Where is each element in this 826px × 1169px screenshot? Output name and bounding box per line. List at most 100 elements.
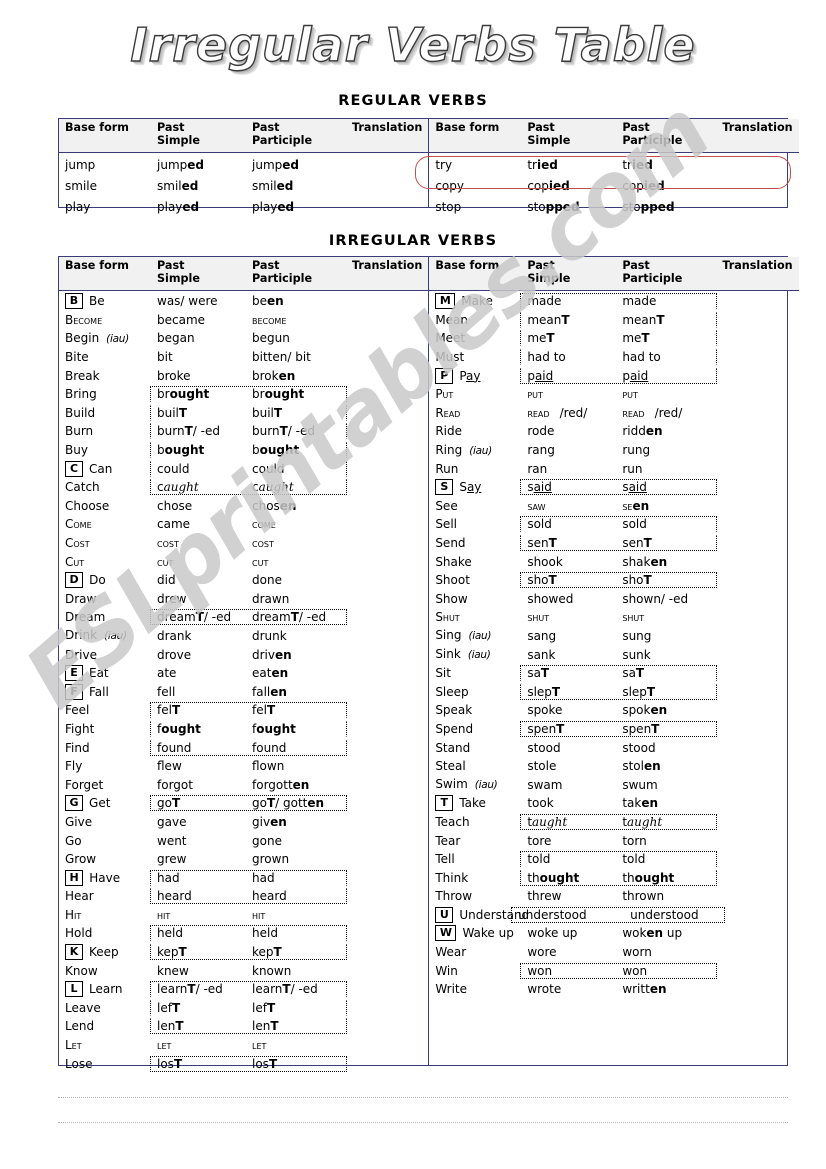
table-row: Drink (iau) drank drunk — [59, 627, 428, 646]
verb-base: Tell — [435, 852, 455, 867]
cell-past-participle: senT — [622, 536, 652, 551]
column-header-past-participle: Past Participle — [252, 121, 313, 147]
cell-past-simple: broke — [157, 368, 191, 383]
cell-forms-group: builT builT — [150, 404, 347, 421]
column-header-past-participle: Past Participle — [622, 121, 683, 147]
verb-base: Ring — [435, 442, 463, 457]
cell-past-simple: copied — [527, 178, 570, 193]
cell-past-participle: put — [622, 387, 638, 402]
cell-base-form: Leave — [59, 1001, 151, 1015]
irregular-right-body: M Make made made Mean meanT meanT Meet meT meT Mus… — [429, 291, 798, 999]
cell-past-participle: saT — [622, 666, 645, 681]
cell-base-form: Shoot — [429, 573, 521, 587]
cell-past-simple: taught — [527, 814, 568, 829]
cell-base-form: Sleep — [429, 685, 521, 699]
table-row: Put put put — [429, 385, 798, 404]
cell-base-form: Fight — [59, 722, 151, 736]
cell-forms-group: went gone — [150, 833, 347, 849]
cell-forms-group: caught caught — [150, 479, 347, 496]
letter-marker: G — [65, 795, 84, 812]
cell-base-form: D Do — [59, 572, 151, 589]
cell-past-simple: wrote — [527, 982, 562, 997]
cell-base-form: copy — [435, 178, 464, 193]
cell-past-participle: become — [252, 312, 287, 327]
cell-forms-group: sold sold — [520, 516, 718, 533]
cell-past-participle: builT — [252, 405, 283, 420]
verb-base: Hold — [65, 926, 93, 941]
cell-past-simple: learnT/ -ed — [157, 982, 223, 997]
cell-past-simple: rode — [527, 424, 555, 439]
verb-base: Write — [435, 982, 467, 997]
table-row: Choose chose chosen — [59, 497, 428, 516]
cell-past-simple: came — [157, 517, 191, 532]
cell-past-simple: cost — [157, 536, 179, 551]
verb-base: Find — [65, 740, 90, 755]
cell-past-participle: meanT — [622, 312, 665, 327]
cell-forms-group: ate eaten — [150, 665, 347, 681]
cell-past-participle: brought — [252, 387, 305, 402]
cell-past-simple: slepT — [527, 684, 561, 699]
verb-base: Grow — [65, 852, 97, 867]
table-header-row: Base form Past Simple Past Participle Tr… — [59, 119, 429, 153]
cell-past-participle: bitten/ bit — [252, 350, 311, 365]
cell-past-participle: run — [622, 461, 643, 476]
table-row: Hold held held — [59, 924, 428, 943]
cell-base-form: Stand — [429, 741, 521, 755]
cell-base-form: Grow — [59, 852, 151, 866]
cell-past-participle: had — [252, 870, 275, 885]
verb-base: See — [435, 498, 458, 513]
cell-forms-group: goT goT/ gotten — [150, 795, 347, 812]
cell-past-participle: shut — [622, 610, 645, 625]
cell-forms-group: woke up woken up — [520, 925, 717, 941]
cell-base-form: Know — [59, 964, 151, 978]
cell-past-participle: sold — [622, 517, 647, 532]
letter-marker: U — [435, 906, 454, 923]
cell-past-participle: cut — [252, 554, 269, 569]
cell-forms-group: spenT spenT — [520, 720, 718, 737]
cell-past-simple: stole — [527, 759, 557, 774]
section-heading-irregular: IRREGULAR VERBS — [328, 233, 498, 249]
verb-base: Wake up — [462, 926, 514, 941]
cell-past-participle: shoT — [622, 573, 652, 588]
column-header-past-participle: Past Participle — [252, 259, 313, 285]
letter-marker: K — [65, 944, 83, 961]
cell-past-simple: brought — [157, 387, 210, 402]
cell-forms-group: tried tried — [520, 157, 717, 173]
cell-past-participle: lefT — [252, 1000, 276, 1015]
cell-past-simple: kepT — [157, 945, 187, 960]
cell-forms-group: said said — [520, 479, 718, 496]
cell-past-participle: read/red/ — [622, 405, 683, 420]
cell-forms-group: could could — [150, 460, 347, 477]
irregular-left-half: Base form Past Simple Past Participle Tr… — [59, 257, 430, 1072]
table-row: Begin (iau) began begun — [59, 329, 428, 348]
vowel-pattern-note: (iau) — [104, 630, 127, 643]
cell-forms-group: bought bought — [150, 442, 347, 459]
cell-past-participle: dreamT/ -ed — [252, 610, 327, 625]
cell-past-simple: did — [157, 573, 176, 588]
table-row: Think thought thought — [429, 868, 798, 887]
cell-past-simple: began — [157, 331, 195, 346]
cell-base-form: Throw — [429, 889, 521, 903]
table-row: M Make made made — [429, 292, 798, 311]
cell-forms-group: cost cost — [150, 535, 347, 551]
cell-past-participle: thrown — [622, 889, 665, 904]
verb-base: Drive — [65, 647, 97, 662]
table-row: play played played — [59, 196, 428, 217]
table-row: Catch caught caught — [59, 478, 428, 497]
cell-past-simple: knew — [157, 963, 189, 978]
verb-base: Know — [65, 963, 98, 978]
cell-past-simple: hit — [157, 907, 171, 922]
cell-forms-group: rode ridden — [520, 423, 717, 439]
verb-base: Win — [435, 963, 458, 978]
cell-past-simple: threw — [527, 889, 562, 904]
cell-past-simple: let — [157, 1038, 172, 1053]
cell-past-participle: hit — [252, 907, 266, 922]
verb-base: Can — [89, 461, 113, 476]
cell-forms-group: came come — [150, 516, 347, 532]
regular-left-half: Base form Past Simple Past Participle Tr… — [59, 119, 430, 214]
verb-base: Forget — [65, 777, 104, 792]
verb-base: Hit — [65, 907, 82, 922]
cell-past-participle: paid — [622, 368, 649, 383]
verb-base: Come — [65, 517, 92, 532]
cell-past-simple: goT — [157, 796, 181, 811]
